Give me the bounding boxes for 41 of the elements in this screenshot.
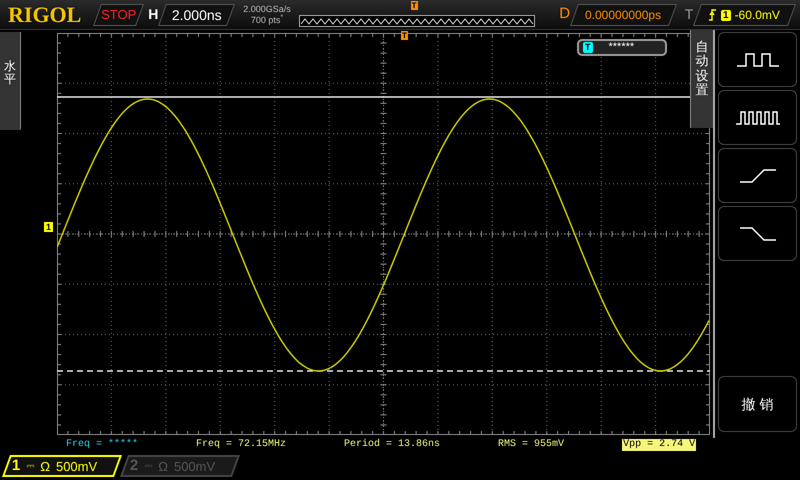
measurement-readout: Freq = 72.15MHz: [196, 439, 286, 451]
measurement-readout: Freq = *****: [66, 439, 138, 451]
measurement-readout: Vpp = 2.74 V: [622, 439, 696, 451]
trigger-readout[interactable]: 1 -60.0mV: [693, 4, 796, 26]
undo-button[interactable]: 撤 销: [718, 376, 797, 432]
channel-tab[interactable]: 1 ⎓ Ω 500mV: [2, 455, 122, 477]
trigger-position-marker: T: [410, 0, 418, 10]
channel-number: 1: [12, 456, 20, 476]
delay-label: D: [559, 4, 570, 24]
impedance-label: Ω: [40, 457, 50, 476]
trigger-source: 1: [722, 9, 732, 20]
rising-edge-icon: [708, 8, 718, 20]
auto-set-menu-tab[interactable]: 自动设置: [690, 30, 713, 128]
horizontal-menu-tab[interactable]: 水平: [0, 32, 21, 130]
auto-set-option[interactable]: [718, 32, 797, 87]
falling-edge-icon: [738, 226, 776, 242]
single-pulse-icon: [736, 52, 780, 68]
coupling-label: ⎓: [26, 460, 34, 474]
auto-set-option[interactable]: [718, 90, 797, 145]
trigger-marker: T: [401, 31, 408, 40]
trigger-popup-icon: T: [583, 42, 592, 53]
impedance-label: Ω: [158, 457, 168, 476]
timebase-readout[interactable]: 2.000ns: [158, 4, 236, 26]
trigger-popup-text: ******: [608, 40, 634, 56]
rising-edge-icon: [738, 168, 776, 184]
pulse-train-icon: [734, 110, 780, 126]
channel-marker: 1: [44, 222, 53, 232]
channel-number: 2: [130, 456, 138, 476]
horizontal-label: H: [148, 5, 158, 24]
coupling-label: ⎓: [144, 460, 152, 474]
channel-scale: 500mV: [56, 457, 98, 476]
channel-scale: 500mV: [174, 457, 216, 476]
trigger-level: -60.0mV: [735, 6, 781, 24]
memory-depth: 700 pts$^{*}$: [250, 14, 284, 26]
sample-rate: 2.000GSa/s: [243, 4, 291, 14]
delay-readout[interactable]: 0.00000000ps: [570, 4, 677, 26]
run-status[interactable]: STOP: [92, 4, 144, 26]
measurement-readout: Period = 13.86ns: [344, 439, 440, 451]
measurement-readout: RMS = 955mV: [498, 439, 564, 451]
trigger-label: T: [684, 5, 694, 24]
brand-logo: RIGOL: [8, 4, 82, 26]
